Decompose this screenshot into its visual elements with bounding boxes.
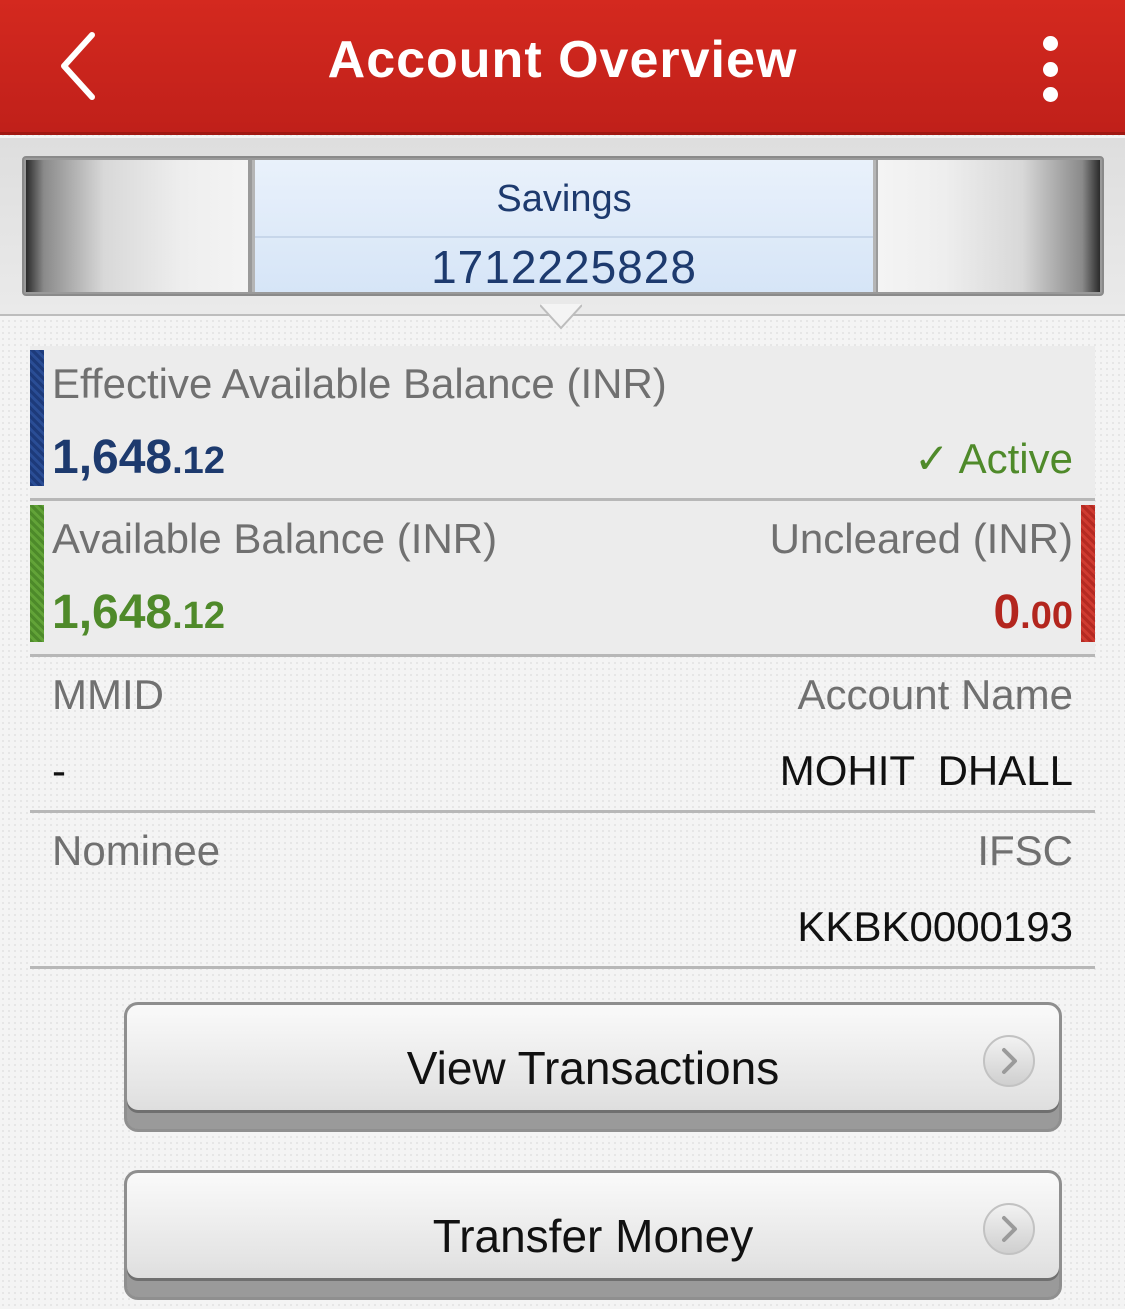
available-balance-amount: 1,648.12 (52, 586, 225, 639)
ifsc-value: KKBK0000193 (797, 903, 1073, 950)
nominee-ifsc-panel: Nominee IFSC KKBK0000193 (30, 813, 1095, 969)
kebab-menu-icon (1042, 36, 1058, 51)
transfer-money-button[interactable]: Transfer Money (124, 1170, 1062, 1300)
overflow-menu-button[interactable] (1030, 36, 1070, 102)
app-header: Account Overview (0, 0, 1125, 135)
account-type: Savings (496, 178, 632, 220)
view-transactions-button[interactable]: View Transactions (124, 1002, 1062, 1132)
mmid-account-name-panel: MMID - Account Name MOHIT DHALL (30, 657, 1095, 813)
effective-balance-amount: 1,648.12 (52, 431, 225, 484)
divider (255, 236, 873, 238)
selected-account[interactable]: Savings 1712225828 (252, 160, 876, 293)
account-number: 1712225828 (431, 241, 697, 293)
chevron-right-icon (983, 1203, 1035, 1255)
uncleared-label: Uncleared (INR) (769, 515, 1073, 562)
page-title: Account Overview (327, 31, 798, 89)
mmid-label: MMID (52, 671, 164, 718)
chevron-right-icon (983, 1035, 1035, 1087)
account-picker-wheel[interactable]: Savings 1712225828 (22, 156, 1104, 296)
ifsc-label: IFSC (977, 827, 1073, 874)
available-balance-label: Available Balance (INR) (52, 515, 498, 562)
account-selector: Savings 1712225828 (0, 138, 1125, 316)
green-indicator-stripe (30, 505, 44, 642)
selector-pointer-icon (540, 304, 582, 330)
red-indicator-stripe (1081, 505, 1095, 642)
blue-indicator-stripe (30, 350, 44, 486)
account-name-value: MOHIT DHALL (779, 747, 1073, 794)
picker-left-shade (26, 160, 248, 292)
picker-right-shade (878, 160, 1100, 292)
effective-balance-label: Effective Available Balance (INR) (52, 360, 667, 407)
account-name-label: Account Name (797, 671, 1073, 718)
nominee-label: Nominee (52, 827, 221, 874)
mmid-value: - (52, 747, 66, 794)
available-balance-panel: Available Balance (INR) 1,648.12 Unclear… (30, 501, 1095, 657)
uncleared-amount: 0.00 (993, 586, 1073, 639)
view-transactions-label: View Transactions (406, 1042, 780, 1094)
effective-balance-panel: Effective Available Balance (INR) 1,648.… (30, 346, 1095, 501)
transfer-money-label: Transfer Money (432, 1210, 754, 1262)
account-status: ✓ Active (914, 435, 1073, 482)
